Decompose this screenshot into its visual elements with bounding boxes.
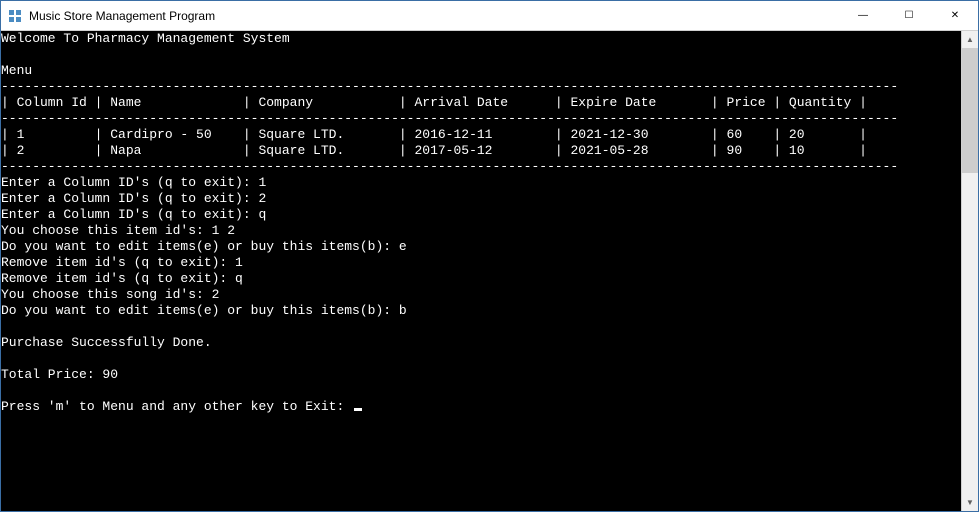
window-title: Music Store Management Program (29, 9, 215, 23)
window-controls: — ☐ ✕ (840, 1, 978, 30)
window-titlebar: Music Store Management Program — ☐ ✕ (1, 1, 978, 31)
scrollbar-thumb[interactable] (962, 48, 978, 173)
vertical-scrollbar[interactable]: ▲ ▼ (961, 31, 978, 511)
scroll-down-button[interactable]: ▼ (962, 494, 978, 511)
app-icon (7, 8, 23, 24)
scrollbar-track[interactable] (962, 48, 978, 494)
console-wrap: Welcome To Pharmacy Management System Me… (1, 31, 978, 511)
maximize-button[interactable]: ☐ (886, 1, 932, 30)
console-output[interactable]: Welcome To Pharmacy Management System Me… (1, 31, 961, 511)
cursor (354, 408, 362, 411)
minimize-button[interactable]: — (840, 1, 886, 30)
scroll-up-button[interactable]: ▲ (962, 31, 978, 48)
close-button[interactable]: ✕ (932, 1, 978, 30)
